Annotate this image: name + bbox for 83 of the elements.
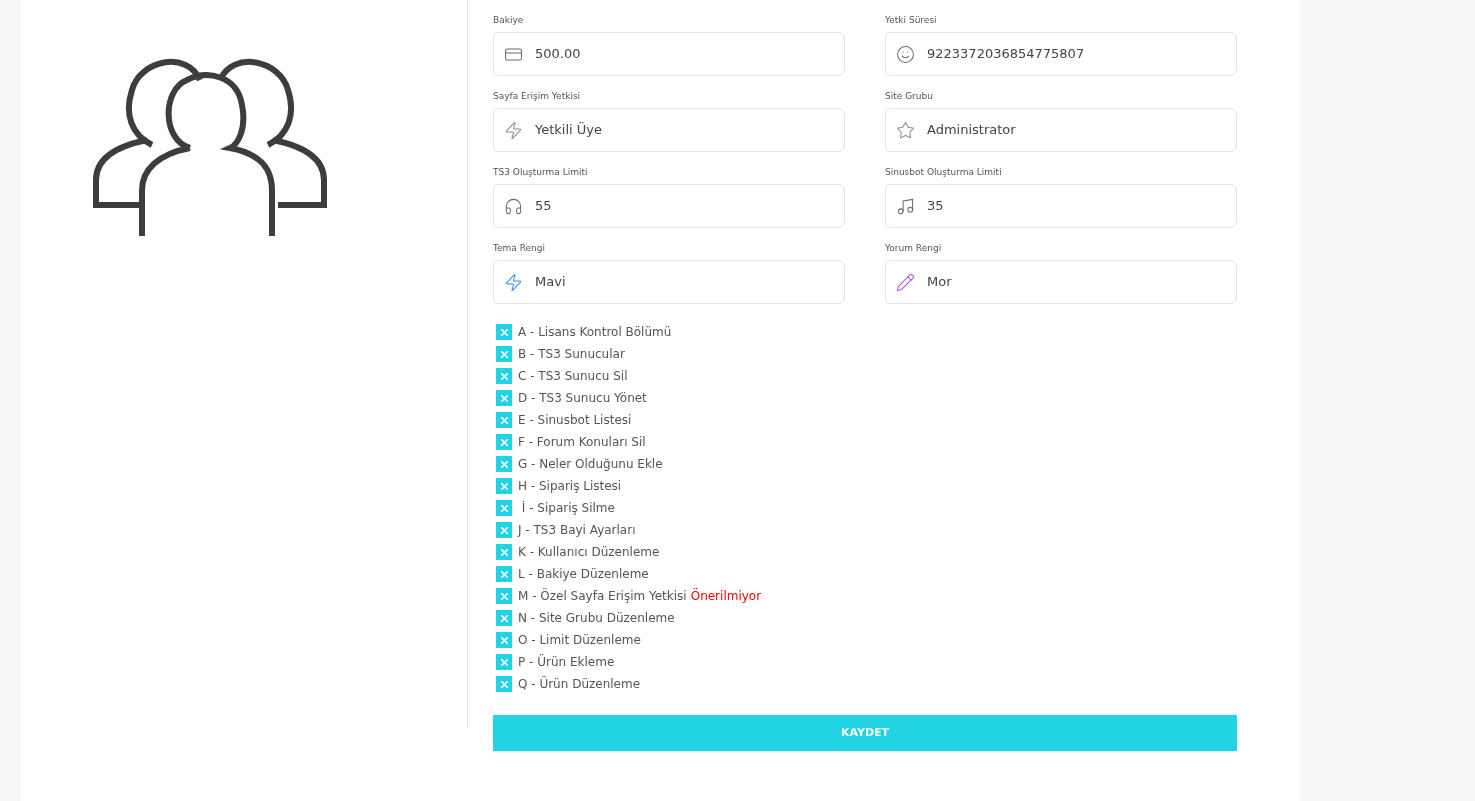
checkbox-label: G - Neler Olduğunu Ekle [518,456,663,473]
checkbox-label: K - Kullanıcı Düzenleme [518,544,660,561]
cross-icon [498,568,510,580]
cross-icon [498,480,510,492]
field-value: Yetkili Üye [535,121,602,140]
checkbox[interactable] [496,368,512,384]
music-note-icon [896,196,915,216]
checkbox-label: C - TS3 Sunucu Sil [518,368,628,385]
warning-text: Önerilmiyor [690,587,762,605]
input-field[interactable]: 9223372036854775807 [885,32,1237,76]
field-label: Yorum Rengi [885,242,942,254]
pencil-icon [896,272,915,292]
field-value: 35 [927,197,944,216]
cross-icon [498,656,510,668]
checkbox-label: F - Forum Konuları Sil [518,434,646,451]
field-value: Mor [927,273,952,292]
checkbox-label: J - TS3 Bayi Ayarları [518,522,636,539]
input-field[interactable]: Yetkili Üye [493,108,845,152]
cross-icon [498,348,510,360]
checkbox[interactable] [496,676,512,692]
checkbox[interactable] [496,610,512,626]
checkbox-label: B - TS3 Sunucular [518,346,625,363]
cross-icon [498,590,510,602]
checkbox[interactable] [496,324,512,340]
checkbox[interactable] [496,632,512,648]
cross-icon [498,392,510,404]
field-value: Mavi [535,273,566,292]
checkbox-label: H - Sipariş Listesi [518,478,622,495]
checkbox-label: P - Ürün Ekleme [518,653,615,671]
checkbox[interactable] [496,566,512,582]
cross-icon [498,678,510,690]
field-value: Administrator [927,121,1016,140]
star-icon [896,120,915,140]
checkbox-label: D - TS3 Sunucu Yönet [518,390,647,407]
checkbox[interactable] [496,390,512,406]
input-field[interactable]: Mavi [493,260,845,304]
checkbox[interactable] [496,434,512,450]
input-field[interactable]: 500.00 [493,32,845,76]
checkbox[interactable] [496,500,512,516]
checkbox-label: O - Limit Düzenleme [518,632,641,649]
checkbox-label: A - Lisans Kontrol Bölümü [518,324,672,341]
checkbox[interactable] [496,522,512,538]
checkbox[interactable] [496,346,512,362]
checkbox[interactable] [496,654,512,670]
field-label: Bakiye [493,14,524,26]
cross-icon [498,502,510,514]
field-value: 9223372036854775807 [927,45,1085,64]
lightning-icon [504,272,523,292]
checkbox-label: M - Özel Sayfa Erişim Yetkisi [518,587,687,605]
input-field[interactable]: Mor [885,260,1237,304]
field-value: 500.00 [535,45,581,64]
checkbox-label: L - Bakiye Düzenleme [518,566,649,583]
smiley-icon [896,44,915,64]
field-value: 55 [535,197,552,216]
checkbox[interactable] [496,456,512,472]
cross-icon [498,370,510,382]
cross-icon [498,436,510,448]
cross-icon [498,524,510,536]
checkbox-label: N - Site Grubu Düzenleme [518,610,675,627]
field-label: Yetki Süresi [885,14,937,26]
checkbox-label: E - Sinusbot Listesi [518,412,632,429]
input-field[interactable]: 55 [493,184,845,228]
headset-icon [504,196,523,216]
cross-icon [498,414,510,426]
input-field[interactable]: 35 [885,184,1237,228]
checkbox[interactable] [496,588,512,604]
checkbox-label: Q - Ürün Düzenleme [518,675,641,693]
checkbox[interactable] [496,478,512,494]
checkbox-label: İ - Sipariş Silme [520,500,615,517]
input-field[interactable]: Administrator [885,108,1237,152]
field-label: Sayfa Erişim Yetkisi [493,90,581,102]
cross-icon [498,634,510,646]
cross-icon [498,458,510,470]
checkbox[interactable] [496,412,512,428]
cross-icon [498,546,510,558]
lightning-icon [504,120,523,140]
field-label: Sinusbot Oluşturma Limiti [885,166,1002,178]
cross-icon [498,612,510,624]
field-label: Tema Rengi [493,242,545,254]
cross-icon [498,326,510,338]
field-label: Site Grubu [885,90,933,102]
checkbox[interactable] [496,544,512,560]
field-label: TS3 Oluşturma Limiti [493,166,588,178]
